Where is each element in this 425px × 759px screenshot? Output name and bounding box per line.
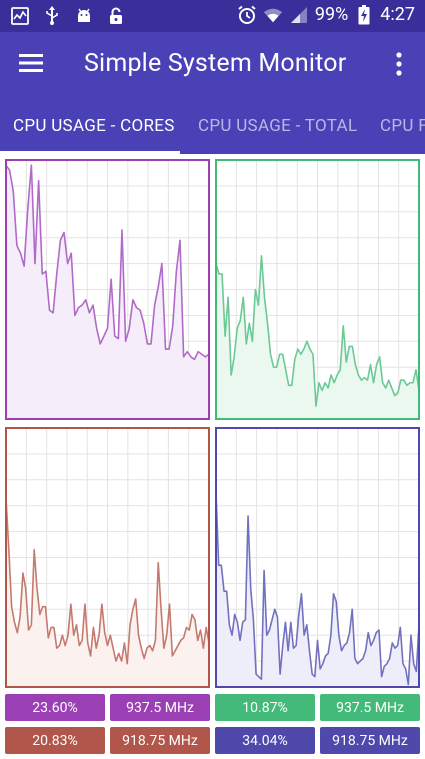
core-4-usage: 34.04% [215,727,315,754]
hamburger-menu-icon[interactable] [18,51,46,77]
app-bar: Simple System Monitor [0,32,425,96]
alarm-icon [237,5,257,25]
lock-icon [106,6,126,26]
app-title: Simple System Monitor [84,49,347,78]
core-3-frequency: 918.75 MHz [110,727,210,754]
core-chart-4 [215,427,420,688]
core-charts [0,154,425,690]
clock-time: 4:27 [380,4,415,25]
wifi-icon [263,5,283,25]
battery-percent: 99% [314,4,349,25]
tab-cpu-usage-total[interactable]: CPU USAGE - TOTAL [198,116,357,136]
core-chart-1 [5,159,210,420]
signal-icon [289,5,309,25]
more-vertical-icon[interactable] [387,50,411,78]
status-bar: 99% 4:27 [0,0,425,32]
tab-cpu-usage-cores[interactable]: CPU USAGE - CORES [13,116,175,136]
android-icon [74,6,94,26]
status-left-icons [10,6,126,26]
activity-icon [10,6,30,26]
core-chart-2 [215,159,420,420]
core-4-frequency: 918.75 MHz [320,727,420,754]
core-1-frequency: 937.5 MHz [110,694,210,721]
core-3-usage: 20.83% [5,727,105,754]
battery-charging-icon [354,4,374,25]
core-2-frequency: 937.5 MHz [320,694,420,721]
core-stats: 23.60% 937.5 MHz 10.87% 937.5 MHz 20.83%… [0,690,425,759]
usb-icon [42,6,62,26]
tab-cpu-frequency[interactable]: CPU F [380,116,425,136]
status-right-icons: 99% 4:27 [237,4,415,25]
core-2-usage: 10.87% [215,694,315,721]
tab-bar: CPU USAGE - CORES CPU USAGE - TOTAL CPU … [0,96,425,154]
core-1-usage: 23.60% [5,694,105,721]
core-chart-3 [5,427,210,688]
